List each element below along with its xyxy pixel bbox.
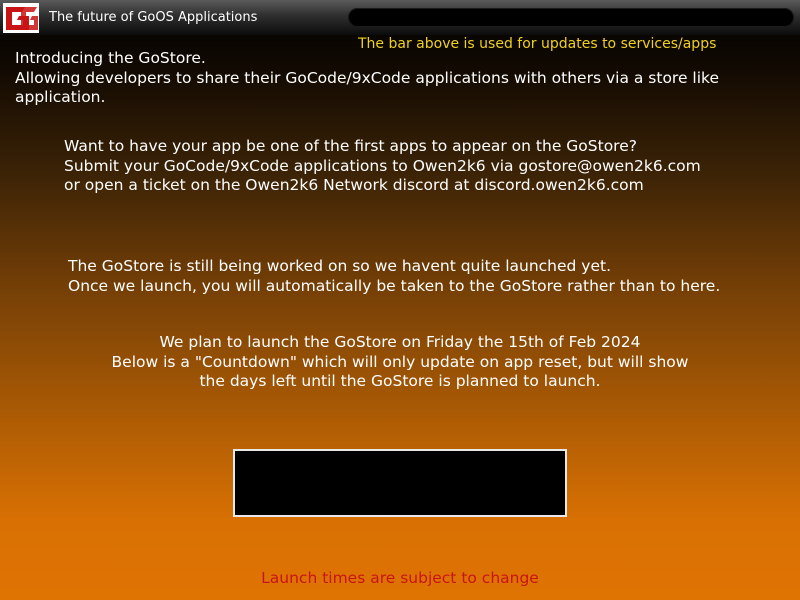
title-bar: The future of GoOS Applications [0, 0, 800, 35]
plan-line: Below is a "Countdown" which will only u… [111, 352, 689, 371]
update-progress-bar [348, 8, 794, 27]
launch-disclaimer: Launch times are subject to change [261, 569, 539, 587]
window-title: The future of GoOS Applications [49, 10, 258, 25]
launch-plan-section: We plan to launch the GoStore on Friday … [60, 333, 740, 392]
submit-line: Want to have your app be one of the firs… [64, 137, 637, 155]
status-section: The GoStore is still being worked on so … [68, 257, 720, 296]
intro-line: application. [15, 88, 106, 106]
intro-line: Allowing developers to share their GoCod… [15, 68, 720, 87]
status-line: Once we launch, you will automatically b… [68, 276, 721, 295]
submit-line: or open a ticket on the Owen2k6 Network … [64, 176, 644, 194]
plan-line: We plan to launch the GoStore on Friday … [159, 333, 641, 351]
plan-line: the days left until the GoStore is plann… [199, 372, 601, 390]
countdown-display [233, 449, 567, 517]
status-line: The GoStore is still being worked on so … [68, 257, 612, 275]
gostore-logo-icon [3, 3, 39, 33]
submit-line: Submit your GoCode/9xCode applications t… [64, 156, 701, 175]
intro-section: Introducing the GoStore. Allowing develo… [15, 49, 719, 108]
submit-section: Want to have your app be one of the firs… [64, 137, 701, 196]
intro-line: Introducing the GoStore. [15, 49, 206, 67]
